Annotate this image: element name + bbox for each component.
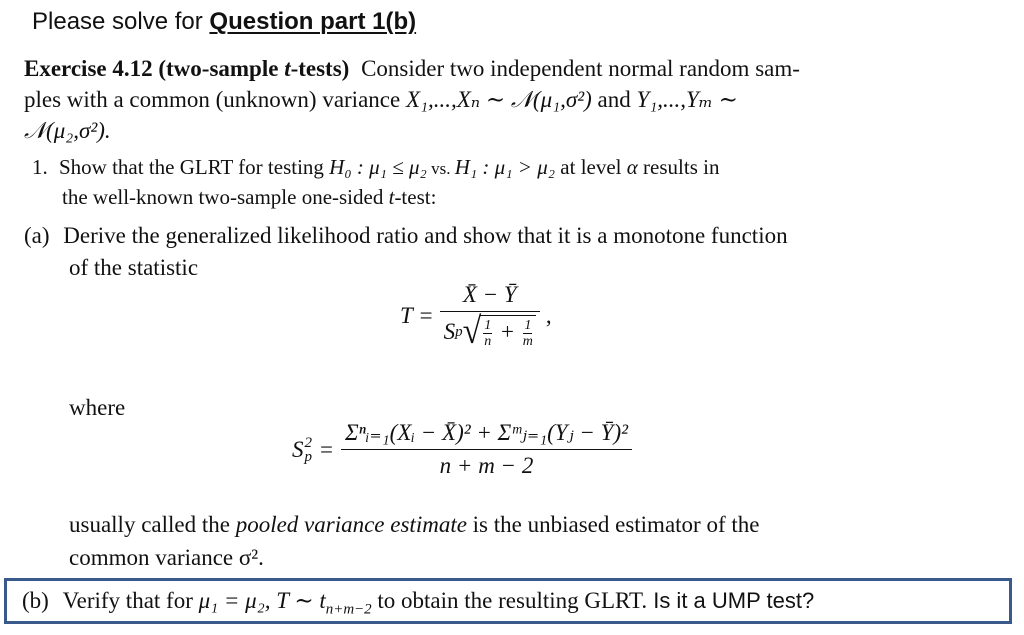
- formula-t-numerator: X̄ − Ȳ: [462, 282, 517, 307]
- sample-y-math: Y₁,...,Yₘ ∼: [636, 87, 738, 112]
- exercise-title: Exercise 4.12 (two-sample t-tests): [24, 56, 350, 81]
- formula-sp-numerator: Σⁿᵢ₌₁(Xᵢ − X̄)² + Σᵐⱼ₌₁(Yⱼ − Ȳ)²: [344, 420, 629, 445]
- exercise-intro-line1: Consider two independent normal random s…: [361, 56, 800, 81]
- formula-sp: S 2p = Σⁿᵢ₌₁(Xᵢ − X̄)² + Σᵐⱼ₌₁(Yⱼ − Ȳ)² …: [292, 420, 633, 479]
- prompt-prefix: Please solve for: [32, 8, 210, 35]
- part1-number: 1.: [32, 155, 48, 179]
- h1-math: H₁ : μ₁ > μ₂: [454, 155, 556, 179]
- part-a-tail-line2: common variance σ².: [69, 545, 264, 570]
- formula-t-lhs: T =: [400, 302, 434, 328]
- formula-sp-lhs: S 2p: [292, 434, 312, 465]
- sqrt-icon: √: [462, 311, 482, 352]
- exercise-intro-line2: ples with a common (unknown) variance X₁…: [24, 87, 738, 112]
- part-b-math: μ₁ = μ₂, T ∼ tn+m−2: [198, 588, 372, 618]
- where-label: where: [69, 395, 126, 420]
- sample-x-math: X₁,...,Xₙ ∼ 𝒩(μ₁,σ²): [405, 87, 592, 112]
- part-b-question: Is it a UMP test?: [647, 588, 815, 613]
- part-a-label: (a): [24, 223, 50, 248]
- exercise-intro-line3: 𝒩(μ₂,σ²).: [24, 118, 111, 143]
- part-a-line1: (a) Derive the generalized likelihood ra…: [24, 223, 788, 248]
- part-b-line: (b) Verify that for μ₁ = μ₂, T ∼ tn+m−2 …: [22, 588, 815, 618]
- exercise-title-line: Exercise 4.12 (two-sample t-tests) Consi…: [24, 56, 800, 82]
- prompt-header: Please solve for Question part 1(b): [32, 8, 416, 36]
- part-a-line2: of the statistic: [69, 255, 199, 280]
- prompt-emphasis: Question part 1(b): [209, 8, 417, 35]
- formula-sp-denominator: n + m − 2: [340, 449, 633, 479]
- part-b-label: (b): [22, 588, 49, 613]
- h0-math: H₀ : μ₁ ≤ μ₂: [329, 155, 427, 179]
- part-a-tail-line1: usually called the pooled variance estim…: [69, 512, 760, 537]
- formula-t: T = X̄ − Ȳ Sp √ 1n + 1m ,: [400, 282, 552, 352]
- part1-line2: the well-known two-sample one-sided t-te…: [62, 185, 437, 209]
- part1-line1: 1. Show that the GLRT for testing H₀ : μ…: [32, 155, 720, 179]
